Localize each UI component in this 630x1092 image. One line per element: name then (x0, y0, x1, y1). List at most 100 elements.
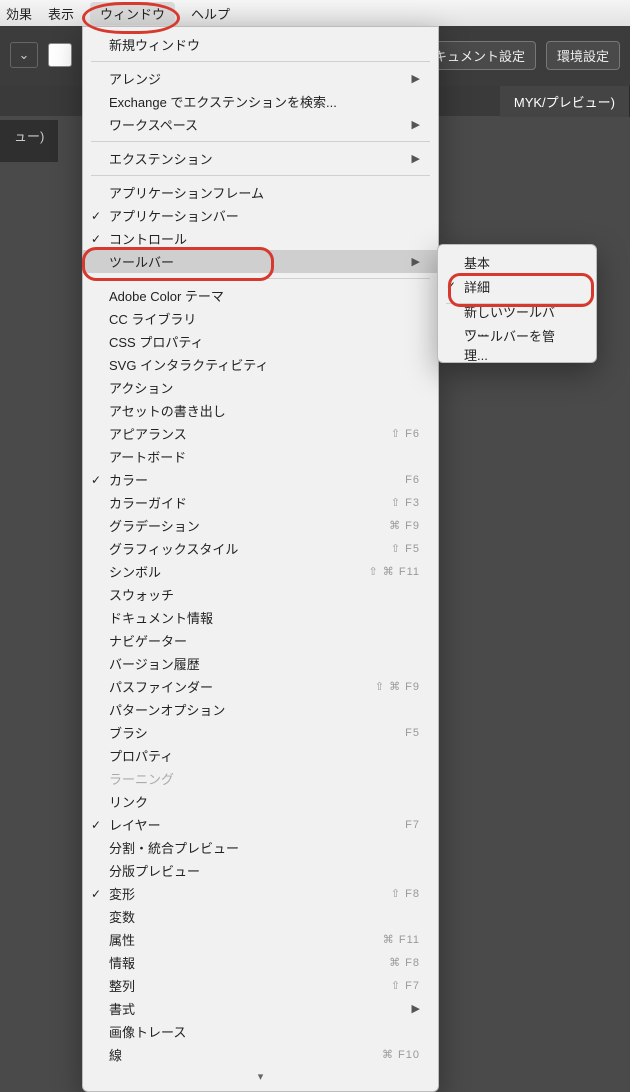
menu-item-label: レイヤー (109, 815, 161, 834)
menu-effects[interactable]: 効果 (6, 4, 32, 23)
menu-item[interactable]: ナビゲーター (83, 629, 438, 652)
menu-item[interactable]: アクション (83, 376, 438, 399)
menu-item[interactable]: グラデーション⌘ F9 (83, 514, 438, 537)
window-menu[interactable]: 新規ウィンドウアレンジ▶Exchange でエクステンションを検索...ワークス… (82, 26, 439, 1092)
submenu-item-label: 詳細 (464, 277, 490, 296)
menu-item[interactable]: ✓コントロール (83, 227, 438, 250)
menu-item-label: 線 (109, 1045, 122, 1064)
menu-separator (91, 61, 430, 62)
menu-item[interactable]: ✓変形⇧ F8 (83, 882, 438, 905)
menu-window[interactable]: ウィンドウ (90, 2, 175, 25)
menu-shortcut: ⌘ F11 (383, 933, 420, 946)
menu-item-label: パスファインダー (109, 677, 213, 696)
menu-item-label: ドキュメント情報 (109, 608, 213, 627)
menu-item-label: グラデーション (109, 516, 200, 535)
menu-item[interactable]: ワークスペース▶ (83, 113, 438, 136)
menu-item[interactable]: バージョン履歴 (83, 652, 438, 675)
document-tab-secondary: ュー) (0, 120, 58, 162)
menu-item-label: 分割・統合プレビュー (109, 838, 239, 857)
submenu-item[interactable]: ✓詳細 (438, 274, 596, 298)
menu-item-label: CC ライブラリ (109, 309, 196, 328)
menu-item[interactable]: ✓カラーF6 (83, 468, 438, 491)
menu-item[interactable]: CSS プロパティ (83, 330, 438, 353)
menu-item-label: アートボード (109, 447, 186, 466)
document-tab[interactable]: MYK/プレビュー) (500, 86, 630, 117)
menu-separator (91, 175, 430, 176)
menu-shortcut: ⌘ F10 (382, 1048, 420, 1061)
menu-item[interactable]: 画像トレース (83, 1020, 438, 1043)
menu-item[interactable]: ドキュメント情報 (83, 606, 438, 629)
menu-item[interactable]: スウォッチ (83, 583, 438, 606)
menu-item[interactable]: 新規ウィンドウ (83, 33, 438, 56)
menu-item-label: アクション (109, 378, 173, 397)
check-icon: ✓ (91, 232, 101, 246)
menu-item[interactable]: パスファインダー ⇧ ⌘ F9 (83, 675, 438, 698)
chevron-down-icon: ⌄ (19, 47, 30, 63)
menu-item-label: グラフィックスタイル (109, 539, 238, 558)
menu-help[interactable]: ヘルプ (191, 4, 230, 23)
menu-item-label: カラー (109, 470, 148, 489)
menu-item[interactable]: ✓レイヤーF7 (83, 813, 438, 836)
menu-item[interactable]: ブラシF5 (83, 721, 438, 744)
menu-item[interactable]: 書式▶ (83, 997, 438, 1020)
check-icon: ✓ (91, 887, 101, 901)
menu-item-label: バージョン履歴 (109, 654, 200, 673)
menu-item[interactable]: SVG インタラクティビティ (83, 353, 438, 376)
menu-item[interactable]: グラフィックスタイル⇧ F5 (83, 537, 438, 560)
menu-shortcut: ⇧ F3 (391, 496, 420, 509)
menu-item[interactable]: エクステンション▶ (83, 147, 438, 170)
menu-item[interactable]: アプリケーションフレーム (83, 181, 438, 204)
toolbar-submenu[interactable]: 基本✓詳細新しいツールバー...ツールバーを管理... (437, 244, 597, 363)
menu-separator (91, 278, 430, 279)
menu-item[interactable]: リンク (83, 790, 438, 813)
submenu-item[interactable]: 基本 (438, 250, 596, 274)
menu-item-label: 書式 (109, 999, 135, 1018)
menu-item-label: アレンジ (109, 69, 161, 88)
menu-item-label: アセットの書き出し (109, 401, 226, 420)
submenu-item[interactable]: ツールバーを管理... (438, 333, 596, 357)
preferences-button[interactable]: 環境設定 (546, 41, 620, 70)
menu-item[interactable]: Adobe Color テーマ (83, 284, 438, 307)
menu-item[interactable]: パターンオプション (83, 698, 438, 721)
menu-shortcut: ⌘ F8 (389, 956, 420, 969)
menu-item[interactable]: 情報 ⌘ F8 (83, 951, 438, 974)
menu-item[interactable]: CC ライブラリ (83, 307, 438, 330)
fill-swatch[interactable] (48, 43, 72, 67)
menu-item-label: スウォッチ (109, 585, 174, 604)
tool-dropdown[interactable]: ⌄ (10, 42, 38, 68)
menu-shortcut: ⇧ ⌘ F9 (375, 680, 420, 693)
menu-item-label: 整列 (109, 976, 135, 995)
menu-view[interactable]: 表示 (48, 4, 74, 23)
menu-item[interactable]: 分版プレビュー (83, 859, 438, 882)
menu-item[interactable]: アレンジ▶ (83, 67, 438, 90)
menu-item-label: アプリケーションフレーム (109, 183, 264, 202)
menu-item[interactable]: 線 ⌘ F10 (83, 1043, 438, 1066)
menu-item[interactable]: ✓アプリケーションバー (83, 204, 438, 227)
menu-item[interactable]: シンボル⇧ ⌘ F11 (83, 560, 438, 583)
menu-item-label: 情報 (109, 953, 135, 972)
menu-item[interactable]: 分割・統合プレビュー (83, 836, 438, 859)
menu-item[interactable]: 整列⇧ F7 (83, 974, 438, 997)
menu-item[interactable]: 属性⌘ F11 (83, 928, 438, 951)
menu-item[interactable]: プロパティ (83, 744, 438, 767)
submenu-item-label: 基本 (464, 253, 490, 272)
menu-item[interactable]: ツールバー▶ (83, 250, 438, 273)
menu-item-label: ナビゲーター (109, 631, 187, 650)
menu-shortcut: F6 (405, 474, 420, 486)
menu-item-label: CSS プロパティ (109, 332, 204, 351)
menu-item-label: ワークスペース (109, 115, 198, 134)
menu-item[interactable]: アピアランス⇧ F6 (83, 422, 438, 445)
menu-item-label: 分版プレビュー (109, 861, 200, 880)
menu-item[interactable]: アートボード (83, 445, 438, 468)
menu-item-label: プロパティ (109, 746, 173, 765)
menu-item[interactable]: カラーガイド⇧ F3 (83, 491, 438, 514)
menubar[interactable]: 効果 表示 ウィンドウ ヘルプ (0, 0, 630, 27)
submenu-arrow-icon: ▶ (412, 152, 420, 165)
menu-item[interactable]: アセットの書き出し (83, 399, 438, 422)
menu-item[interactable]: Exchange でエクステンションを検索... (83, 90, 438, 113)
submenu-item-label: ツールバーを管理... (464, 326, 578, 364)
menu-item-label: Adobe Color テーマ (109, 286, 224, 305)
menu-item[interactable]: 変数 (83, 905, 438, 928)
menu-item-label: アプリケーションバー (109, 206, 239, 225)
menu-scroll-down-icon[interactable]: ▾ (83, 1066, 438, 1087)
